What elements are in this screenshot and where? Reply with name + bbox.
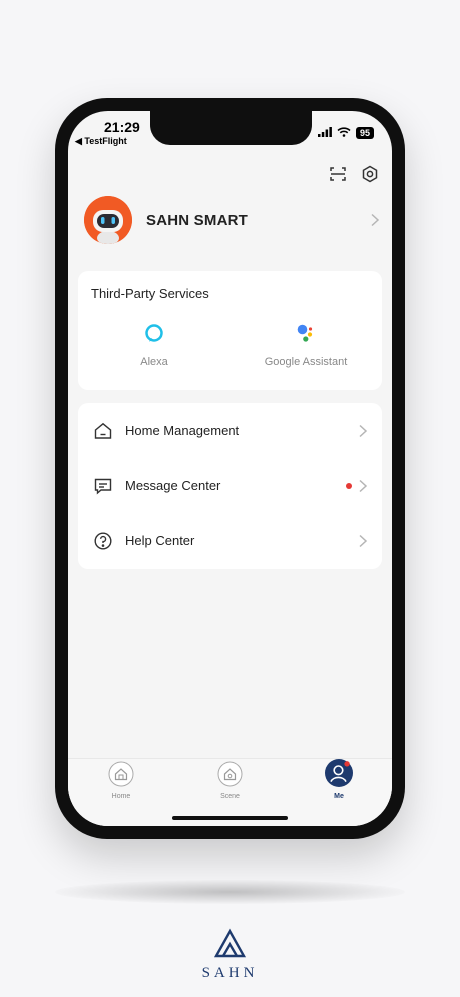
home-indicator[interactable]	[172, 816, 288, 820]
tab-scene[interactable]: Scene	[200, 759, 260, 800]
settings-icon[interactable]	[360, 164, 380, 184]
wifi-icon	[337, 124, 351, 142]
chevron-right-icon	[359, 424, 368, 437]
notch	[150, 111, 312, 145]
home-tab-icon	[108, 761, 134, 787]
brand-logo-text: SAHN	[201, 965, 259, 981]
profile-name: SAHN SMART	[146, 211, 248, 229]
third-party-title: Third-Party Services	[91, 286, 209, 301]
chevron-right-icon	[359, 479, 368, 492]
tab-label: Home	[111, 793, 131, 800]
menu-item-label: Message Center	[125, 478, 221, 493]
tab-me[interactable]: Me	[309, 759, 369, 800]
chevron-right-icon	[359, 534, 368, 547]
scan-icon[interactable]	[328, 164, 348, 184]
tab-home[interactable]: Home	[91, 759, 151, 800]
menu-item-label: Home Management	[125, 423, 240, 438]
top-actions	[328, 164, 380, 184]
phone-frame: 21:29 ◀ TestFlight 95 SAHN SMART Third-P…	[55, 98, 405, 839]
help-icon	[94, 531, 112, 550]
phone-shadow	[55, 880, 405, 904]
app-screen: 21:29 ◀ TestFlight 95 SAHN SMART Third-P…	[68, 111, 392, 826]
sahn-logo-icon	[213, 928, 247, 958]
menu-item-home-management[interactable]: Home Management	[78, 403, 382, 458]
testflight-back-link[interactable]: ◀ TestFlight	[75, 136, 127, 147]
home-icon	[94, 422, 112, 439]
google-assistant-label: Google Assistant	[264, 356, 348, 368]
menu-item-message-center[interactable]: Message Center	[78, 458, 382, 513]
status-time: 21:29	[104, 119, 140, 135]
status-indicators: 95	[317, 124, 374, 142]
tab-bar: Home Scene Me	[68, 758, 392, 826]
google-assistant-service[interactable]: Google Assistant	[236, 323, 376, 368]
scene-tab-icon	[217, 761, 243, 787]
alexa-icon	[145, 324, 163, 342]
google-assistant-icon	[297, 324, 313, 342]
menu-card: Home Management Message Center Help Cent…	[78, 403, 382, 569]
profile-row[interactable]: SAHN SMART	[84, 194, 380, 246]
menu-item-label: Help Center	[125, 533, 195, 548]
avatar	[84, 196, 132, 244]
message-icon	[94, 478, 112, 495]
brand-logo: SAHN	[200, 928, 260, 982]
third-party-services-card: Third-Party Services Alexa Google Assist…	[78, 271, 382, 390]
signal-icon	[317, 124, 332, 142]
battery-badge: 95	[355, 127, 374, 139]
me-tab-icon	[325, 759, 353, 787]
alexa-label: Alexa	[140, 356, 168, 368]
chevron-right-icon	[371, 213, 380, 227]
tab-label: Me	[334, 793, 344, 800]
menu-item-help-center[interactable]: Help Center	[78, 513, 382, 568]
unread-badge-dot	[346, 482, 352, 489]
tab-label: Scene	[220, 793, 240, 800]
alexa-service[interactable]: Alexa	[84, 323, 224, 368]
